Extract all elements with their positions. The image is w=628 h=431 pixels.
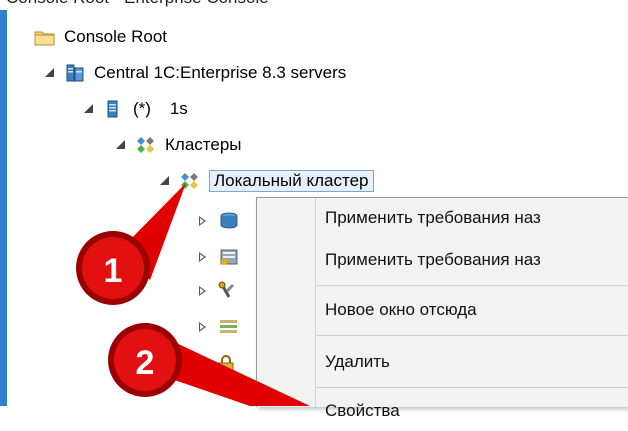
server-icon bbox=[103, 99, 125, 119]
database-icon bbox=[217, 211, 239, 231]
tree-node-clusters[interactable]: Кластеры bbox=[115, 130, 242, 160]
tree-node-label: (*) 1s bbox=[133, 99, 188, 118]
window-title: Console Root - Enterprise Console bbox=[6, 0, 269, 8]
menu-item-delete[interactable]: Удалить bbox=[325, 342, 390, 382]
expanded-toggle-icon[interactable] bbox=[44, 67, 56, 79]
tree-node-workservers[interactable] bbox=[197, 242, 247, 272]
menu-separator bbox=[317, 285, 628, 286]
collapsed-toggle-icon[interactable] bbox=[197, 215, 209, 227]
context-menu-gutter bbox=[257, 198, 315, 407]
expanded-toggle-icon[interactable] bbox=[83, 103, 95, 115]
context-menu: Применить требования наз Применить требо… bbox=[256, 197, 628, 420]
tree-node-locks[interactable] bbox=[215, 350, 245, 380]
lock-icon bbox=[215, 355, 237, 375]
menu-item-new-window[interactable]: Новое окно отсюда bbox=[325, 290, 477, 330]
tree-node-label: Console Root bbox=[64, 27, 168, 46]
cluster-icon bbox=[179, 171, 201, 191]
menu-item-properties[interactable]: Свойства bbox=[325, 391, 400, 431]
tree-node-local-cluster[interactable]: Локальный кластер bbox=[159, 166, 374, 196]
servers-icon bbox=[64, 63, 86, 83]
context-menu-gutter-line bbox=[315, 198, 316, 407]
tree-node-label: Локальный кластер bbox=[209, 170, 374, 192]
tree-node-infobases[interactable] bbox=[197, 206, 247, 236]
clusters-icon bbox=[135, 135, 157, 155]
tree-node-label: Central 1C:Enterprise 8.3 servers bbox=[94, 63, 347, 82]
collapsed-toggle-icon[interactable] bbox=[197, 285, 209, 297]
tree-node-console-root[interactable]: Console Root bbox=[34, 22, 167, 52]
window-left-border bbox=[0, 10, 7, 406]
menu-item-apply-requirements-1[interactable]: Применить требования наз bbox=[325, 198, 541, 238]
list-icon bbox=[217, 317, 239, 337]
tree-node-servers[interactable]: Central 1C:Enterprise 8.3 servers bbox=[44, 58, 346, 88]
expanded-toggle-icon[interactable] bbox=[115, 139, 127, 151]
workserver-icon bbox=[217, 247, 239, 267]
expanded-toggle-icon[interactable] bbox=[159, 175, 171, 187]
folder-icon bbox=[34, 27, 56, 47]
menu-item-apply-requirements-2[interactable]: Применить требования наз bbox=[325, 240, 541, 280]
menu-separator bbox=[317, 387, 628, 388]
tree-node-administrators[interactable] bbox=[197, 276, 247, 306]
tree-node-host[interactable]: (*) 1s bbox=[83, 94, 188, 124]
menu-separator bbox=[317, 335, 628, 336]
collapsed-toggle-icon[interactable] bbox=[197, 321, 209, 333]
window-title-bar: Console Root - Enterprise Console bbox=[0, 0, 628, 10]
admins-icon bbox=[217, 281, 239, 301]
collapsed-toggle-icon[interactable] bbox=[197, 251, 209, 263]
tree-node-sessions[interactable] bbox=[197, 312, 247, 342]
tree-node-label: Кластеры bbox=[165, 135, 242, 154]
